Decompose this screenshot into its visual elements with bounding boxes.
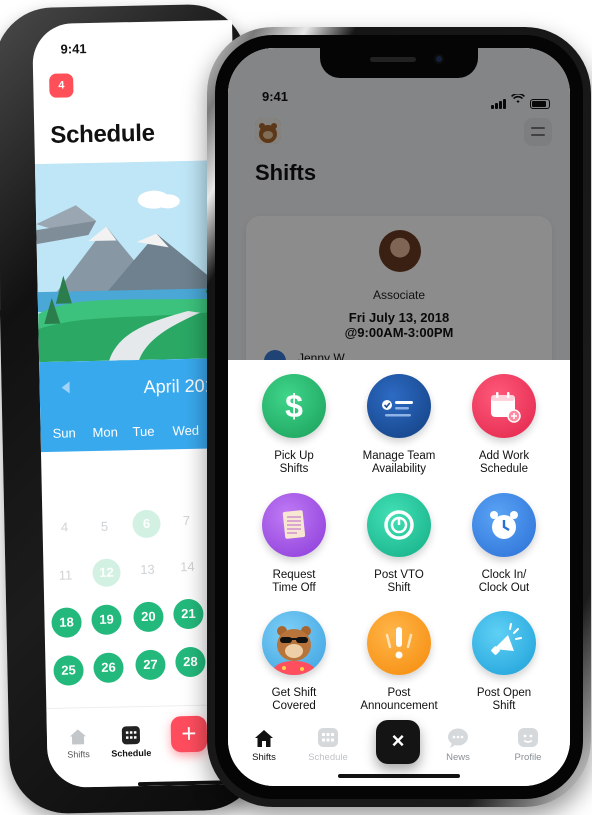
post-vto-shift-button[interactable]: Post VTO Shift [344, 493, 454, 595]
weekday-row: Sun Mon Tue Wed [52, 422, 212, 441]
notification-badge[interactable]: 4 [49, 73, 74, 98]
tab-profile[interactable]: Profile [498, 728, 558, 763]
action-label: Add Work [478, 450, 530, 462]
front-phone: 9:41 Shifts Associate Fri July 13, 2018 … [207, 27, 591, 807]
action-label: Pick Up [274, 450, 314, 462]
get-shift-covered-button[interactable]: Get Shift Covered [239, 611, 349, 713]
tab-label: Schedule [111, 747, 152, 759]
action-label: Post VTO [374, 569, 424, 581]
calendar-day[interactable]: 19 [91, 604, 122, 636]
action-sheet: $ Pick Up Shifts Manage Team Availability … [228, 360, 570, 786]
action-label: Schedule [480, 463, 528, 475]
clock-in-clock-out-button[interactable]: Clock In/Clock Out [449, 493, 559, 595]
side-button [0, 250, 1, 311]
pick-up-shifts-button[interactable]: $ Pick Up Shifts [239, 374, 349, 476]
house-icon [68, 726, 88, 746]
tab-label: News [446, 752, 470, 763]
clock-arrow-icon [367, 493, 431, 557]
calendar-day[interactable]: 13 [133, 556, 162, 585]
calendar-day[interactable]: 4 [50, 513, 79, 542]
post-announcement-button[interactable]: Post Announcement [344, 611, 454, 713]
tab-label: Profile [514, 752, 542, 763]
camera [434, 54, 444, 64]
beaver-mascot-icon [262, 611, 326, 675]
action-label: Get Shift [271, 687, 317, 699]
calendar-day[interactable]: 28 [175, 646, 206, 678]
tab-news[interactable]: News [428, 728, 488, 763]
calendar-day[interactable]: 5 [90, 512, 119, 541]
action-label: Shifts [279, 463, 309, 475]
tab-label: Schedule [308, 752, 348, 763]
tab-shifts[interactable]: Shifts [234, 728, 294, 763]
calendar-day[interactable]: 25 [53, 655, 84, 686]
house-icon [253, 728, 275, 748]
action-label: Clock Out [478, 582, 530, 594]
calendar-day[interactable]: 11 [51, 561, 80, 590]
calendar-day[interactable]: 12 [92, 558, 121, 588]
weekday-label: Mon [92, 424, 119, 440]
alarm-clock-icon [472, 493, 536, 557]
tab-label: Shifts [252, 752, 276, 763]
speaker [370, 57, 416, 62]
manage-team-availability-button[interactable]: Manage Team Availability [344, 374, 454, 476]
action-label: Post [387, 687, 411, 699]
dollar-icon: $ [262, 374, 326, 438]
action-label: Request [272, 569, 316, 581]
action-label: Post Open [476, 687, 532, 699]
tab-schedule[interactable]: Schedule [111, 725, 152, 759]
action-label: Manage Team [362, 450, 436, 462]
status-time: 9:41 [60, 41, 87, 57]
grid-icon [121, 725, 141, 745]
previous-month-icon[interactable] [61, 381, 70, 394]
post-open-shift-button[interactable]: Post Open Shift [449, 611, 559, 713]
exclamation-icon [367, 611, 431, 675]
overlay-scrim[interactable] [228, 48, 570, 360]
grid-icon [317, 728, 339, 748]
calendar-day[interactable]: 26 [93, 652, 124, 684]
calendar-day[interactable]: 27 [135, 649, 166, 681]
shifts-screen: 9:41 Shifts Associate Fri July 13, 2018 … [228, 48, 570, 416]
request-time-off-button[interactable]: Request Time Off [239, 493, 349, 595]
tab-schedule[interactable]: Schedule [298, 728, 358, 763]
tab-label: Shifts [67, 749, 90, 760]
action-label: Time Off [272, 582, 316, 594]
document-icon [262, 493, 326, 557]
notch [320, 48, 478, 78]
add-work-schedule-button[interactable]: Add Work Schedule [449, 374, 559, 476]
calendar-day[interactable]: 21 [173, 598, 204, 630]
weekday-label: Tue [132, 423, 155, 440]
action-label: Availability [371, 463, 427, 475]
list-check-icon [367, 374, 431, 438]
chat-bubble-icon [447, 728, 469, 748]
calendar-day[interactable]: 6 [132, 509, 161, 539]
calendar-day[interactable]: 7 [172, 507, 201, 536]
weekday-label: Sun [52, 425, 76, 441]
calendar-day[interactable]: 20 [133, 601, 164, 633]
svg-text:$: $ [285, 388, 303, 424]
calendar-day[interactable]: 18 [51, 607, 82, 638]
add-button[interactable]: + [170, 715, 208, 753]
page-title: Schedule [50, 119, 155, 149]
calendar-add-icon [472, 374, 536, 438]
action-label: Clock In/ [481, 569, 527, 581]
home-indicator [338, 774, 460, 778]
megaphone-icon [472, 611, 536, 675]
front-phone-screen: 9:41 Shifts Associate Fri July 13, 2018 … [228, 48, 570, 786]
action-label: Shift [387, 582, 411, 594]
close-button[interactable]: × [376, 720, 420, 764]
face-icon [517, 728, 539, 748]
calendar-day[interactable]: 14 [173, 553, 202, 582]
tab-shifts[interactable]: Shifts [67, 726, 90, 760]
